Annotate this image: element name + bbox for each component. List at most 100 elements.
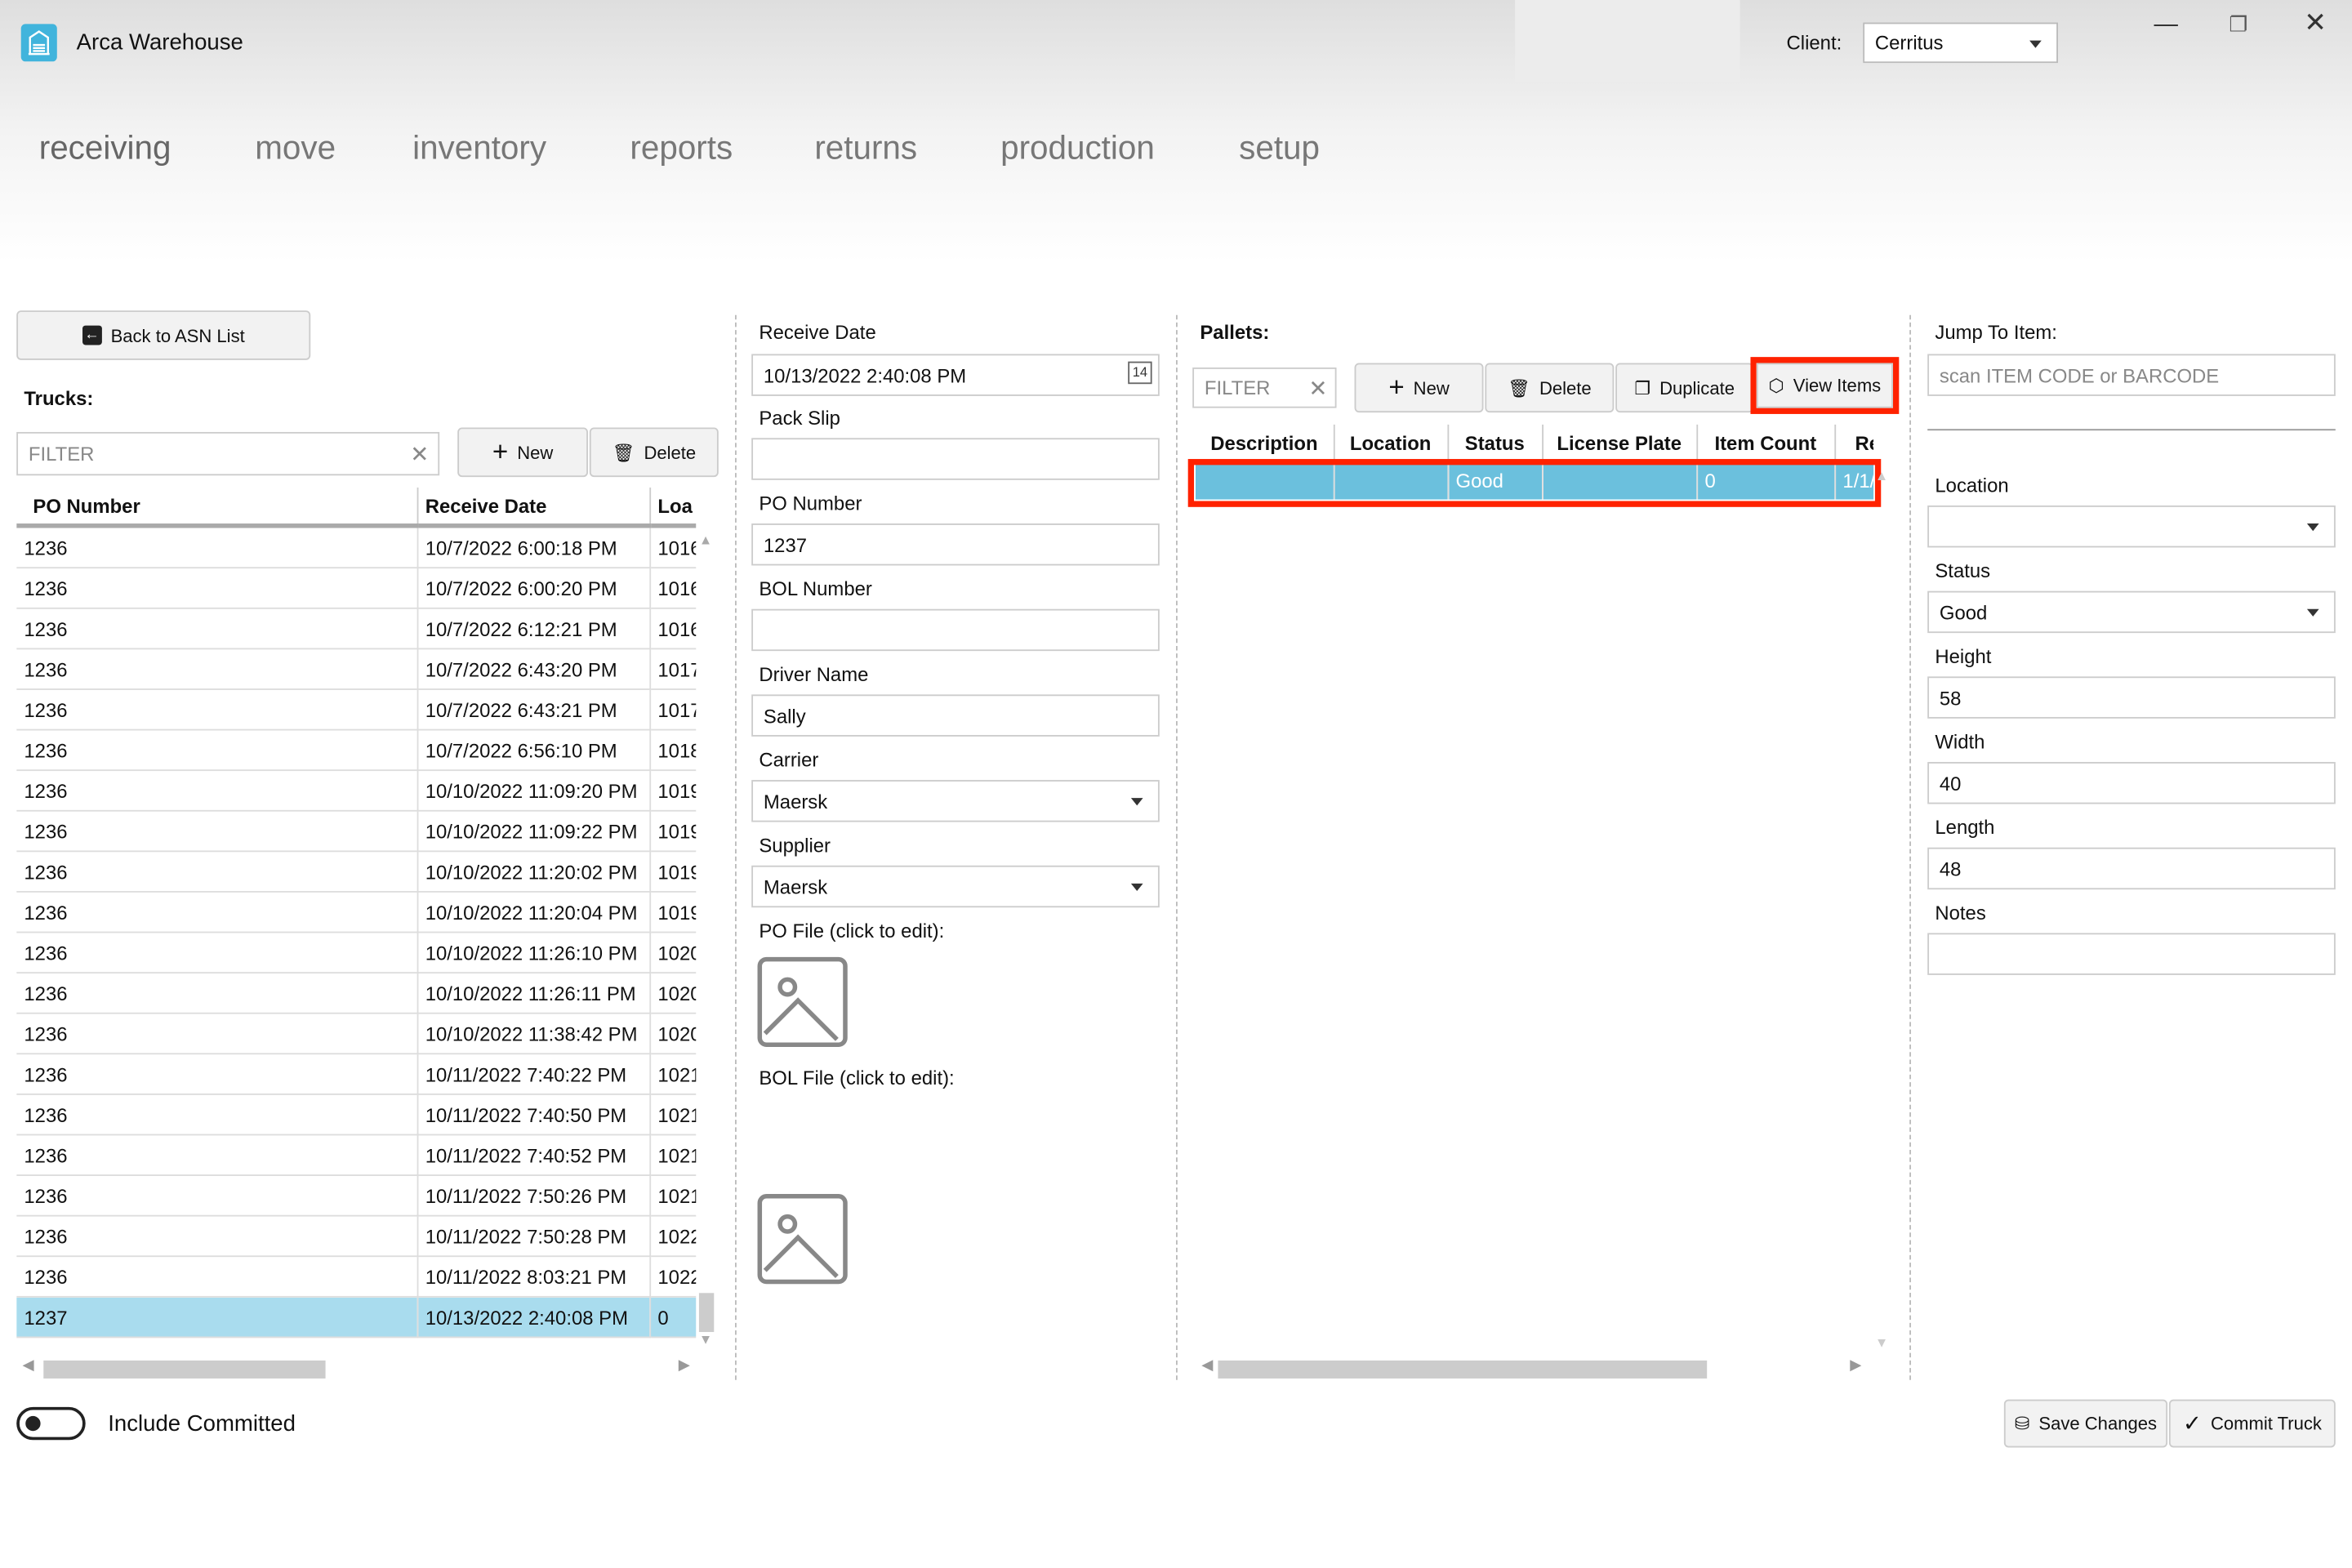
pallet-col-header[interactable]: Item Count — [1696, 424, 1836, 461]
receive-date-picker[interactable]: 10/13/2022 2:40:08 PM 14 — [751, 354, 1160, 396]
trucks-filter-input[interactable]: FILTER ✕ — [16, 431, 440, 476]
truck-row[interactable]: 123610/7/2022 6:43:20 PM1017 — [16, 648, 697, 690]
truck-row[interactable]: 123610/10/2022 11:38:42 PM1020 — [16, 1013, 697, 1055]
width-input[interactable]: 40 — [1927, 762, 2336, 804]
clear-filter-icon[interactable]: ✕ — [1308, 374, 1327, 401]
nav-inventory[interactable]: inventory — [412, 129, 546, 168]
pallet-col-header[interactable]: License Plate — [1542, 424, 1698, 461]
delete-truck-button[interactable]: 🗑 Delete — [589, 427, 719, 478]
nav-setup[interactable]: setup — [1239, 129, 1320, 168]
restore-button[interactable]: ❐ — [2229, 12, 2247, 38]
truck-row[interactable]: 123610/11/2022 7:50:28 PM1022 — [16, 1215, 697, 1258]
pallets-filter-input[interactable]: FILTER ✕ — [1192, 367, 1337, 408]
truck-row[interactable]: 123610/11/2022 7:40:22 PM1021 — [16, 1054, 697, 1095]
pallets-scroll-down[interactable]: ▼ — [1875, 1335, 1888, 1350]
pallets-horizontal-scrollbar[interactable]: ◀ ▶ — [1196, 1357, 1868, 1381]
truck-row[interactable]: 123610/10/2022 11:09:22 PM1019 — [16, 810, 697, 853]
col-load[interactable]: Loa — [649, 487, 697, 528]
status-select[interactable]: Good — [1927, 590, 2336, 634]
truck-cell: 1236 — [16, 648, 418, 690]
new-pallet-button[interactable]: + New — [1354, 363, 1484, 413]
delete-label: Delete — [644, 441, 697, 463]
pallet-col-header[interactable]: Status — [1447, 424, 1544, 461]
nav-production[interactable]: production — [1000, 129, 1155, 168]
col-po-number[interactable]: PO Number — [16, 487, 418, 528]
truck-cell: 10/11/2022 8:03:21 PM — [416, 1256, 651, 1298]
back-label: Back to ASN List — [110, 324, 245, 346]
save-changes-button[interactable]: ⛁ Save Changes — [2003, 1399, 2168, 1448]
truck-row[interactable]: 123610/7/2022 6:56:10 PM1018 — [16, 729, 697, 772]
driver-name-input[interactable]: Sally — [751, 694, 1160, 737]
nav-receiving[interactable]: receiving — [39, 129, 172, 168]
new-truck-button[interactable]: + New — [457, 427, 588, 478]
bol-file-image-icon[interactable] — [757, 1194, 848, 1285]
po-file-image-icon[interactable] — [757, 956, 848, 1048]
jump-to-item-input[interactable]: scan ITEM CODE or BARCODE — [1927, 354, 2336, 396]
truck-cell: 1236 — [16, 891, 418, 933]
truck-row[interactable]: 123610/10/2022 11:20:02 PM1019 — [16, 851, 697, 893]
duplicate-pallet-button[interactable]: ❐ Duplicate — [1615, 363, 1754, 413]
truck-row[interactable]: 123610/10/2022 11:20:04 PM1019 — [16, 891, 697, 933]
truck-row[interactable]: 123610/7/2022 6:00:20 PM1016 — [16, 568, 697, 609]
truck-row[interactable]: 123610/11/2022 7:40:50 PM1021 — [16, 1094, 697, 1136]
receive-date-label: Receive Date — [759, 321, 876, 344]
view-items-label: View Items — [1793, 375, 1882, 396]
nav-move[interactable]: move — [255, 129, 336, 168]
carrier-select[interactable]: Maersk — [751, 780, 1160, 822]
calendar-icon[interactable]: 14 — [1128, 361, 1152, 385]
close-button[interactable]: ✕ — [2304, 7, 2327, 39]
truck-cell: 1016 — [649, 608, 697, 650]
trucks-horizontal-scrollbar[interactable]: ◀ ▶ — [16, 1357, 696, 1381]
chevron-down-icon — [2029, 39, 2042, 47]
chevron-down-icon — [2306, 608, 2319, 617]
truck-row[interactable]: 123610/7/2022 6:12:21 PM1016 — [16, 608, 697, 650]
truck-row[interactable]: 123610/7/2022 6:43:21 PM1017 — [16, 688, 697, 731]
supplier-select[interactable]: Maersk — [751, 865, 1160, 908]
new-label: New — [517, 441, 554, 463]
truck-cell: 1016 — [649, 525, 697, 569]
status-value: Good — [1939, 600, 1988, 624]
jump-placeholder: scan ITEM CODE or BARCODE — [1939, 363, 2220, 386]
truck-row[interactable]: 123610/10/2022 11:26:10 PM1020 — [16, 932, 697, 974]
po-number-input[interactable]: 1237 — [751, 523, 1160, 566]
truck-row[interactable]: 1237 10/13/2022 2:40:08 PM 0 — [16, 1296, 697, 1339]
nav-reports[interactable]: reports — [630, 129, 733, 168]
truck-row[interactable]: 123610/11/2022 7:50:26 PM1021 — [16, 1175, 697, 1217]
truck-row[interactable]: 123610/10/2022 11:09:20 PM1019 — [16, 770, 697, 812]
view-items-button[interactable]: ⬡ View Items — [1756, 363, 1893, 408]
truck-cell: 10/7/2022 6:00:18 PM — [416, 525, 651, 569]
truck-cell: 1021 — [649, 1094, 697, 1136]
nav-returns[interactable]: returns — [814, 129, 917, 168]
truck-cell: 1021 — [649, 1175, 697, 1217]
minimize-button[interactable]: — — [2154, 12, 2178, 39]
truck-cell: 1236 — [16, 525, 418, 569]
location-select[interactable] — [1927, 505, 2336, 548]
truck-cell: 10/10/2022 11:26:11 PM — [416, 973, 651, 1014]
pallet-col-header[interactable]: Re — [1834, 424, 1874, 461]
truck-row[interactable]: 123610/11/2022 7:40:52 PM1021 — [16, 1134, 697, 1176]
client-select[interactable]: Cerritus — [1863, 22, 2058, 64]
col-receive-date[interactable]: Receive Date — [416, 487, 651, 528]
commit-truck-button[interactable]: ✓ Commit Truck — [2168, 1399, 2336, 1448]
pallet-row-highlight — [1187, 459, 1882, 507]
pack-slip-input[interactable] — [751, 438, 1160, 480]
height-input[interactable]: 58 — [1927, 676, 2336, 719]
delete-pallet-button[interactable]: 🗑 Delete — [1485, 363, 1615, 413]
bol-number-input[interactable] — [751, 608, 1160, 652]
back-to-asn-list-button[interactable]: ← Back to ASN List — [16, 310, 311, 360]
clear-filter-icon[interactable]: ✕ — [410, 440, 429, 467]
include-committed-toggle[interactable] — [16, 1406, 86, 1441]
pallet-col-header[interactable]: Description — [1195, 424, 1334, 461]
truck-cell: 10/7/2022 6:43:20 PM — [416, 648, 651, 690]
notes-input[interactable] — [1927, 933, 2336, 975]
trucks-vertical-scrollbar[interactable]: ▲ ▼ — [698, 532, 715, 1350]
truck-row[interactable]: 123610/7/2022 6:00:18 PM1016 — [16, 525, 697, 569]
pallets-scroll-up[interactable]: ▲ — [1875, 468, 1888, 483]
truck-row[interactable]: 123610/11/2022 8:03:21 PM1022 — [16, 1256, 697, 1298]
plus-icon: + — [1388, 372, 1405, 403]
truck-cell: 1236 — [16, 851, 418, 893]
truck-cell: 1017 — [649, 648, 697, 690]
length-input[interactable]: 48 — [1927, 847, 2336, 890]
truck-row[interactable]: 123610/10/2022 11:26:11 PM1020 — [16, 973, 697, 1014]
pallet-col-header[interactable]: Location — [1333, 424, 1449, 461]
